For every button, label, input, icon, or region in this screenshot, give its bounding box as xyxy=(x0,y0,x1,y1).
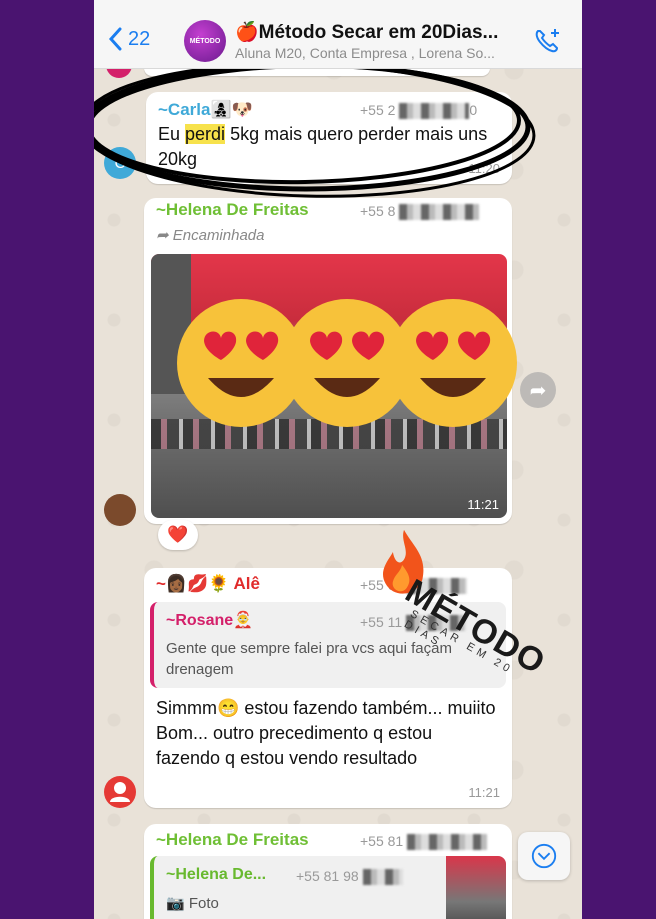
chevron-down-circle-icon xyxy=(531,843,557,869)
message-time: 11:20 xyxy=(468,161,500,176)
chevron-left-icon xyxy=(108,27,122,51)
reply-media-label: 📷 Foto xyxy=(166,894,219,912)
message-text: Eu perdi 5kg mais quero perder mais uns … xyxy=(158,122,498,172)
sender-phone: +55 8 xyxy=(360,203,480,221)
blurred-phone xyxy=(362,869,403,886)
message-text: Simmm😁 estou fazendo também... muiito Bo… xyxy=(156,698,496,768)
forwarded-text: Encaminhada xyxy=(172,227,265,244)
whatsapp-screen: 22 MÉTODO 🍎Método Secar em 20Dias... Alu… xyxy=(94,0,582,919)
quoted-reply[interactable]: ~Rosane🤶 +55 11 Gente que sempre falei p… xyxy=(150,602,506,688)
blurred-phone xyxy=(407,834,488,851)
sender-avatar[interactable]: C xyxy=(104,147,136,179)
blurred-phone xyxy=(399,204,480,221)
scroll-to-bottom-button[interactable] xyxy=(518,832,570,880)
reply-media-text: Foto xyxy=(188,895,219,912)
sender-phone: +55 2 0 xyxy=(360,102,478,120)
unread-count: 22 xyxy=(128,27,151,50)
group-participants[interactable]: Aluna M20, Conta Empresa , Lorena So... xyxy=(235,45,510,61)
blurred-phone xyxy=(406,615,467,632)
sender-name[interactable]: ~Helena De Freitas xyxy=(156,200,309,220)
group-title[interactable]: 🍎Método Secar em 20Dias... xyxy=(235,20,498,44)
heart-eyes-emoji-icon xyxy=(386,296,520,430)
group-avatar[interactable]: MÉTODO xyxy=(184,20,226,62)
add-call-icon[interactable] xyxy=(532,27,562,55)
blurred-phone xyxy=(399,103,470,120)
phone-prefix: +55 8 xyxy=(360,203,396,219)
message-bubble-helena[interactable]: ~Helena De Freitas +55 81 ~Helena De... … xyxy=(144,824,512,919)
highlighted-word: perdi xyxy=(185,124,226,144)
sender-phone: +55 81 xyxy=(360,833,488,851)
quoted-reply[interactable]: ~Helena De... +55 81 98 📷 Foto xyxy=(150,856,506,919)
share-arrow-icon: ➦ xyxy=(529,379,547,402)
sender-name[interactable]: ~👩🏾💋🌻 Alê xyxy=(156,574,260,594)
back-button[interactable]: 22 xyxy=(108,27,150,51)
phone-prefix: +55 81 xyxy=(360,833,404,849)
reply-phone: +55 81 98 xyxy=(296,868,403,886)
avatar-letter: C xyxy=(114,154,126,172)
sender-phone: +55 61 xyxy=(360,577,468,595)
reply-phone-prefix: +55 81 98 xyxy=(296,868,359,884)
forwarded-label: ➦ Encaminhada xyxy=(156,226,264,244)
message-bubble-ale[interactable]: ~👩🏾💋🌻 Alê +55 61 ~Rosane🤶 +55 11 Gente q… xyxy=(144,568,512,808)
reply-thumbnail xyxy=(446,856,506,919)
chat-header: 22 MÉTODO 🍎Método Secar em 20Dias... Alu… xyxy=(94,0,582,69)
reaction-badge[interactable]: ❤️ xyxy=(158,520,198,550)
sender-avatar-photo[interactable] xyxy=(104,494,136,526)
phone-prefix: +55 2 xyxy=(360,102,396,118)
default-avatar[interactable] xyxy=(104,776,136,808)
image-time: 11:21 xyxy=(467,497,499,512)
user-icon xyxy=(110,782,130,802)
reply-sender: ~Helena De... xyxy=(166,866,267,883)
phone-suffix: 0 xyxy=(469,102,478,118)
message-text-start: Eu xyxy=(158,124,186,144)
reply-text: Gente que sempre falei pra vcs aqui faça… xyxy=(166,640,452,678)
camera-icon: 📷 xyxy=(166,895,185,912)
group-avatar-label: MÉTODO xyxy=(189,37,221,45)
forward-button[interactable]: ➦ xyxy=(520,372,556,408)
forward-arrow-icon: ➦ xyxy=(156,227,169,244)
reply-phone-prefix: +55 11 xyxy=(360,614,403,630)
phone-prefix: +55 61 xyxy=(360,577,404,593)
sender-name[interactable]: ~Helena De Freitas xyxy=(156,830,309,850)
sender-name[interactable]: ~Carla👩‍👧‍👦🐶 xyxy=(158,100,253,120)
blurred-phone xyxy=(407,578,468,595)
reply-phone: +55 11 xyxy=(360,614,467,632)
message-time: 11:21 xyxy=(468,785,500,800)
message-bubble-carla[interactable]: ~Carla👩‍👧‍👦🐶 +55 2 0 Eu perdi 5kg mais q… xyxy=(146,92,512,184)
reply-sender: ~Rosane🤶 xyxy=(166,612,254,629)
heart-reaction-icon: ❤️ xyxy=(167,525,189,544)
